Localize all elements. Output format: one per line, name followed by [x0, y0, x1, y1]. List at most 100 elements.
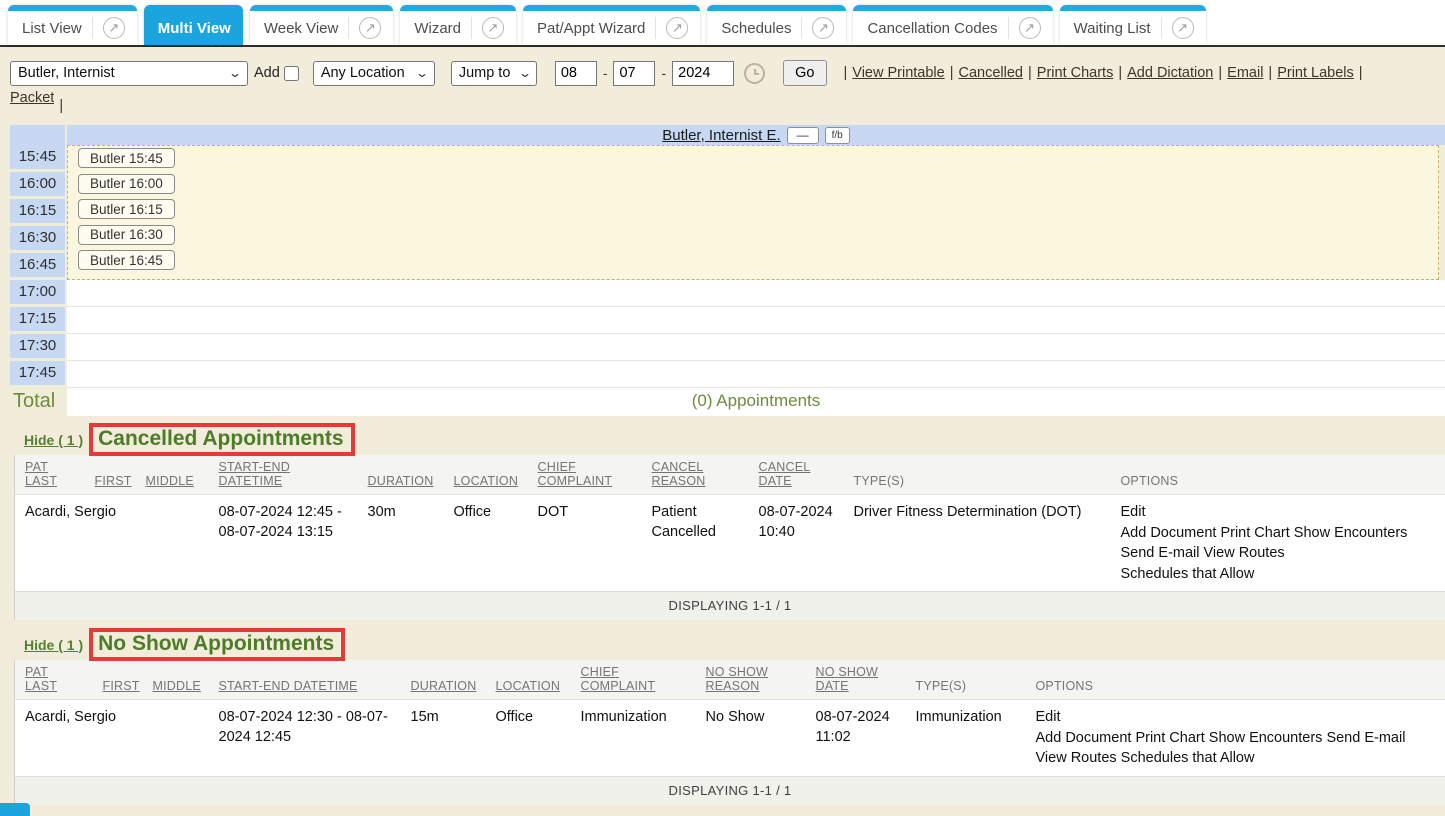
col-duration[interactable]: DURATION [358, 455, 444, 495]
front-back-button[interactable]: f/b [825, 127, 850, 144]
tab-label: List View [22, 20, 82, 37]
col-location[interactable]: LOCATION [444, 455, 528, 495]
col-middle[interactable]: MIDDLE [136, 455, 209, 495]
tab-cancellation-codes[interactable]: Cancellation Codes ↗ [853, 5, 1052, 45]
time-label: 15:45 [10, 145, 65, 169]
date-separator [603, 65, 608, 81]
location-select-value: Any Location [321, 65, 405, 81]
option-actions-line[interactable]: Send E-mail View Routes [1121, 543, 1438, 564]
toolbar: Butler, Internist ⌄ Add Any Location ⌄ J… [0, 47, 1445, 125]
print-labels-link[interactable]: Print Labels [1277, 65, 1354, 81]
option-actions-line[interactable]: Add Document Print Chart Show Encounters… [1036, 728, 1438, 749]
tab-schedules[interactable]: Schedules ↗ [707, 5, 846, 45]
open-new-window-icon[interactable]: ↗ [1172, 17, 1194, 39]
time-column: 15:45 16:00 16:15 16:30 16:45 17:00 17:1… [10, 145, 65, 388]
tab-list-view[interactable]: List View ↗ [8, 5, 137, 45]
time-label: 17:30 [10, 334, 65, 358]
col-cancel-reason[interactable]: CANCEL REASON [642, 455, 749, 495]
date-day-input[interactable] [613, 61, 655, 86]
option-actions-line[interactable]: Schedules that Allow [1121, 564, 1438, 585]
provider-header-link[interactable]: Butler, Internist E. [662, 127, 780, 144]
tab-waiting-list[interactable]: Waiting List ↗ [1060, 5, 1206, 45]
col-pat-last[interactable]: PAT LAST [15, 455, 85, 495]
slot-button-1615[interactable]: Butler 16:15 [78, 199, 175, 219]
option-edit[interactable]: Edit [1036, 707, 1438, 728]
open-new-window-icon[interactable]: ↗ [812, 17, 834, 39]
slot-button-1645[interactable]: Butler 16:45 [78, 250, 175, 270]
col-middle[interactable]: MIDDLE [143, 660, 209, 700]
col-start-end-datetime[interactable]: START-END DATETIME [209, 660, 401, 700]
middle-cell [136, 495, 209, 592]
col-cancel-date[interactable]: CANCEL DATE [749, 455, 844, 495]
empty-slot-row[interactable] [67, 280, 1445, 307]
provider-select[interactable]: Butler, Internist ⌄ [10, 61, 248, 86]
print-charts-link[interactable]: Print Charts [1037, 65, 1114, 81]
col-no-show-date[interactable]: NO SHOW DATE [806, 660, 906, 700]
noshow-hide-link[interactable]: Hide ( 1 ) [24, 637, 83, 653]
option-actions-line[interactable]: View Routes Schedules that Allow [1036, 748, 1438, 769]
bottom-left-partial-element [0, 803, 30, 816]
tab-wizard[interactable]: Wizard ↗ [400, 5, 516, 45]
print-labels-packet-link[interactable]: Packet [10, 86, 54, 110]
slot-button-1600[interactable]: Butler 16:00 [78, 174, 175, 194]
total-row: Total (0) Appointments [10, 388, 1445, 416]
col-chief-complaint[interactable]: CHIEF COMPLAINT [528, 455, 642, 495]
go-button[interactable]: Go [783, 60, 826, 86]
col-types: TYPE(S) [906, 660, 1026, 700]
tab-pat-appt-wizard[interactable]: Pat/Appt Wizard ↗ [523, 5, 700, 45]
option-edit[interactable]: Edit [1121, 502, 1438, 523]
options-cell: Edit Add Document Print Chart Show Encou… [1111, 495, 1445, 592]
empty-slot-row[interactable] [67, 334, 1445, 361]
col-start-end-datetime[interactable]: START-END DATETIME [209, 455, 358, 495]
tab-label: Wizard [414, 20, 461, 37]
cancelled-paging-status: DISPLAYING 1-1 / 1 [14, 591, 1445, 620]
open-new-window-icon[interactable]: ↗ [359, 17, 381, 39]
types-cell: Driver Fitness Determination (DOT) [844, 495, 1111, 592]
email-link[interactable]: Email [1227, 65, 1263, 81]
empty-slot-row[interactable] [67, 307, 1445, 334]
slot-button-1630[interactable]: Butler 16:30 [78, 225, 175, 245]
open-new-window-icon[interactable]: ↗ [1019, 17, 1041, 39]
col-no-show-reason[interactable]: NO SHOW REASON [696, 660, 806, 700]
location-select[interactable]: Any Location ⌄ [313, 61, 435, 86]
col-options: OPTIONS [1111, 455, 1445, 495]
cancelled-hide-link[interactable]: Hide ( 1 ) [24, 432, 83, 448]
datetime-cell: 08-07-2024 12:45 - 08-07-2024 13:15 [209, 495, 358, 592]
date-year-input[interactable] [672, 61, 734, 86]
clock-icon[interactable] [744, 63, 765, 84]
date-separator [661, 65, 666, 81]
slot-button-1545[interactable]: Butler 15:45 [78, 148, 175, 168]
patient-name-cell: Acardi, Sergio [15, 495, 136, 592]
cancelled-link[interactable]: Cancelled [959, 65, 1024, 81]
schedule-corner-cell [10, 125, 65, 145]
add-label: Add [254, 65, 280, 81]
add-dictation-link[interactable]: Add Dictation [1127, 65, 1213, 81]
total-appointments-count: (0) Appointments [67, 388, 1445, 416]
col-duration[interactable]: DURATION [401, 660, 486, 700]
time-label: 16:15 [10, 199, 65, 223]
cancelled-appointments-table: PAT LAST FIRST MIDDLE START-END DATETIME… [14, 455, 1445, 591]
cancelled-table-row: Acardi, Sergio 08-07-2024 12:45 - 08-07-… [15, 495, 1445, 592]
open-new-window-icon[interactable]: ↗ [482, 17, 504, 39]
open-new-window-icon[interactable]: ↗ [103, 17, 125, 39]
col-first[interactable]: FIRST [93, 660, 143, 700]
option-actions-line[interactable]: Add Document Print Chart Show Encounters [1121, 523, 1438, 544]
open-new-window-icon[interactable]: ↗ [666, 17, 688, 39]
col-types: TYPE(S) [844, 455, 1111, 495]
date-month-input[interactable] [555, 61, 597, 86]
chevron-down-icon: ⌄ [415, 66, 429, 80]
jump-to-select[interactable]: Jump to ⌄ [451, 61, 537, 86]
empty-slot-row[interactable] [67, 361, 1445, 388]
col-first[interactable]: FIRST [85, 455, 136, 495]
add-checkbox[interactable] [284, 66, 299, 81]
tab-week-view[interactable]: Week View ↗ [250, 5, 393, 45]
col-chief-complaint[interactable]: CHIEF COMPLAINT [571, 660, 696, 700]
provider-select-value: Butler, Internist [18, 65, 115, 81]
col-pat-last[interactable]: PAT LAST [15, 660, 93, 700]
view-printable-link[interactable]: View Printable [852, 65, 944, 81]
tab-multi-view[interactable]: Multi View [144, 5, 243, 45]
cancelled-appointments-section: Hide ( 1 ) Cancelled Appointments PAT LA… [0, 423, 1445, 620]
col-location[interactable]: LOCATION [486, 660, 571, 700]
collapse-column-button[interactable]: — [787, 127, 819, 144]
tab-label: Waiting List [1074, 20, 1151, 37]
